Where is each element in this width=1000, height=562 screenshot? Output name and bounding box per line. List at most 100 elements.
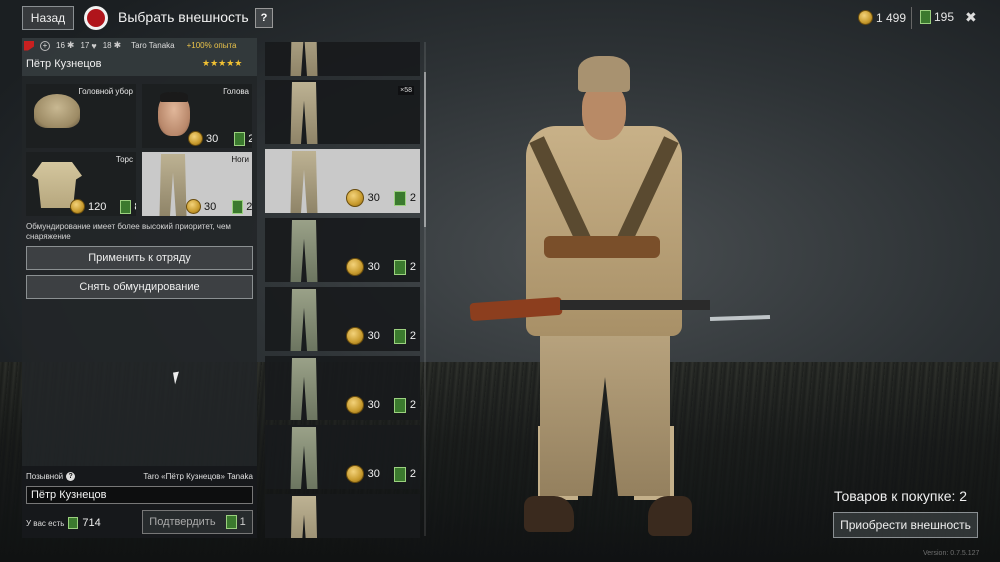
list-item[interactable]: 30 2: [265, 218, 420, 282]
gold-coin-icon: [186, 199, 201, 214]
slot-head[interactable]: Голова 30 2: [142, 84, 252, 148]
ticket-icon: [393, 259, 406, 275]
gold-coin-icon: [345, 258, 364, 276]
legs-item-list[interactable]: ×58 30 2 30 2 30 2 30 2 30 2: [262, 42, 422, 538]
slot-torso[interactable]: Торс 120 8: [26, 152, 136, 216]
ticket-icon: [393, 328, 406, 344]
soldier-stats: + 16 ✱ 17 ♥ 18 ✱ Taro Tanaka +100% опыта: [24, 40, 237, 51]
headgear-image: [34, 94, 80, 128]
back-button[interactable]: Назад: [22, 6, 74, 30]
rifle-bayonet: [709, 314, 771, 322]
item-price: 30 2: [345, 396, 416, 414]
help-button[interactable]: ?: [255, 8, 273, 28]
pants-image: [290, 427, 318, 489]
rifle: [469, 294, 771, 322]
pants-image: [290, 82, 318, 144]
price-tickets: 2: [409, 261, 416, 273]
gold-coin-icon: [345, 465, 364, 483]
ticket-icon: [234, 131, 246, 146]
pants-image: [290, 220, 318, 282]
stat-vitality: 16 ✱: [56, 40, 75, 50]
list-scrollbar-thumb[interactable]: [424, 72, 426, 227]
slot-torso-label: Торс: [115, 155, 133, 164]
flag-icon: [24, 40, 34, 51]
confirm-label: Подтвердить: [149, 516, 216, 528]
gold-balance: 1 499: [858, 10, 906, 25]
callsign-help-icon[interactable]: ?: [66, 472, 76, 481]
price-gold: 30: [367, 330, 380, 342]
soldier-cap: [578, 56, 630, 92]
slot-legs-price: 30 2: [186, 199, 252, 214]
slot-headgear[interactable]: Головной убор: [26, 84, 136, 148]
items-to-buy: Товаров к покупке: 2: [834, 488, 968, 504]
item-price: 30 2: [345, 189, 416, 207]
speed-icon: ✱: [113, 40, 122, 50]
have-value: 714: [82, 517, 101, 529]
slot-head-price: 30 2: [188, 131, 252, 146]
have-label: У вас есть: [26, 518, 65, 528]
ticket-icon: [393, 397, 406, 413]
list-item[interactable]: 30 2: [265, 425, 420, 489]
confirm-cost: 1: [225, 515, 246, 529]
price-tickets: 2: [409, 330, 416, 342]
version-label: Version: 0.7.5.127: [923, 550, 980, 557]
nation-badge-icon: [84, 6, 108, 30]
gold-coin-icon: [345, 189, 364, 207]
ticket-icon: [393, 466, 406, 482]
pants-image: [290, 496, 318, 538]
top-bar: Назад Выбрать внешность ? 1 499 195 ✖: [0, 0, 1000, 36]
stat-speed: 18 ✱: [102, 40, 122, 50]
price-gold: 30: [206, 132, 219, 145]
ticket-icon: [393, 190, 406, 206]
gold-coin-icon: [345, 327, 364, 345]
right-boot: [648, 496, 692, 536]
soldier-header: + 16 ✱ 17 ♥ 18 ✱ Taro Tanaka +100% опыта Пё…: [22, 38, 257, 76]
callsign-label: Позывной ?: [26, 472, 76, 481]
soldier-panel: + 16 ✱ 17 ♥ 18 ✱ Taro Tanaka +100% опыта Пё…: [22, 38, 257, 538]
list-item[interactable]: 30 2: [265, 149, 420, 213]
heart-icon: ♥: [91, 40, 97, 51]
price-gold: 30: [367, 192, 380, 204]
soldier-unit: Taro Tanaka: [131, 41, 175, 50]
ticket-amount: 195: [934, 10, 955, 24]
gold-coin-icon: [345, 396, 364, 414]
list-item[interactable]: [265, 42, 420, 76]
ticket-icon: [120, 199, 132, 214]
item-price: 30 2: [345, 327, 416, 345]
close-button[interactable]: ✖: [965, 9, 977, 26]
soldier-face: [582, 84, 626, 140]
list-item[interactable]: 30 2: [265, 356, 420, 420]
callsign-preview: Taro «Пётр Кузнецов» Tanaka: [143, 472, 253, 481]
buy-appearance-button[interactable]: Приобрести внешность: [833, 512, 978, 538]
price-tickets: 8: [134, 201, 136, 213]
pants-image: [290, 289, 318, 351]
list-item[interactable]: 30 2: [265, 287, 420, 351]
soldier-name: Пётр Кузнецов: [26, 58, 102, 70]
stat-weapon: 17 ♥: [80, 40, 97, 51]
left-boot: [524, 496, 574, 532]
legs-image: [159, 154, 187, 216]
ticket-icon: [68, 517, 79, 529]
soldier-model: [469, 56, 780, 556]
apply-to-squad-button[interactable]: Применить к отряду: [26, 246, 253, 270]
confirm-callsign-button[interactable]: Подтвердить 1: [142, 510, 253, 534]
ammo-belt: [544, 236, 660, 258]
item-price: 30 2: [345, 258, 416, 276]
price-tickets: 2: [409, 468, 416, 480]
price-gold: 30: [367, 261, 380, 273]
callsign-section: Позывной ? Taro «Пётр Кузнецов» Tanaka У…: [22, 466, 257, 538]
remove-uniform-button[interactable]: Снять обмундирование: [26, 275, 253, 299]
callsign-balance: У вас есть 714: [26, 517, 101, 529]
pants-image: [290, 151, 318, 213]
price-tickets: 2: [409, 399, 416, 411]
perk-plus-icon[interactable]: +: [40, 40, 50, 51]
ticket-icon: [920, 10, 931, 24]
slot-legs[interactable]: Ноги 30 2: [142, 152, 252, 216]
head-image: [158, 92, 190, 136]
list-item[interactable]: ×58: [265, 80, 420, 144]
screen-title: Выбрать внешность: [118, 9, 249, 25]
callsign-input[interactable]: [26, 486, 253, 504]
price-gold: 30: [367, 468, 380, 480]
gold-coin-icon: [70, 199, 85, 214]
list-item[interactable]: [265, 494, 420, 538]
